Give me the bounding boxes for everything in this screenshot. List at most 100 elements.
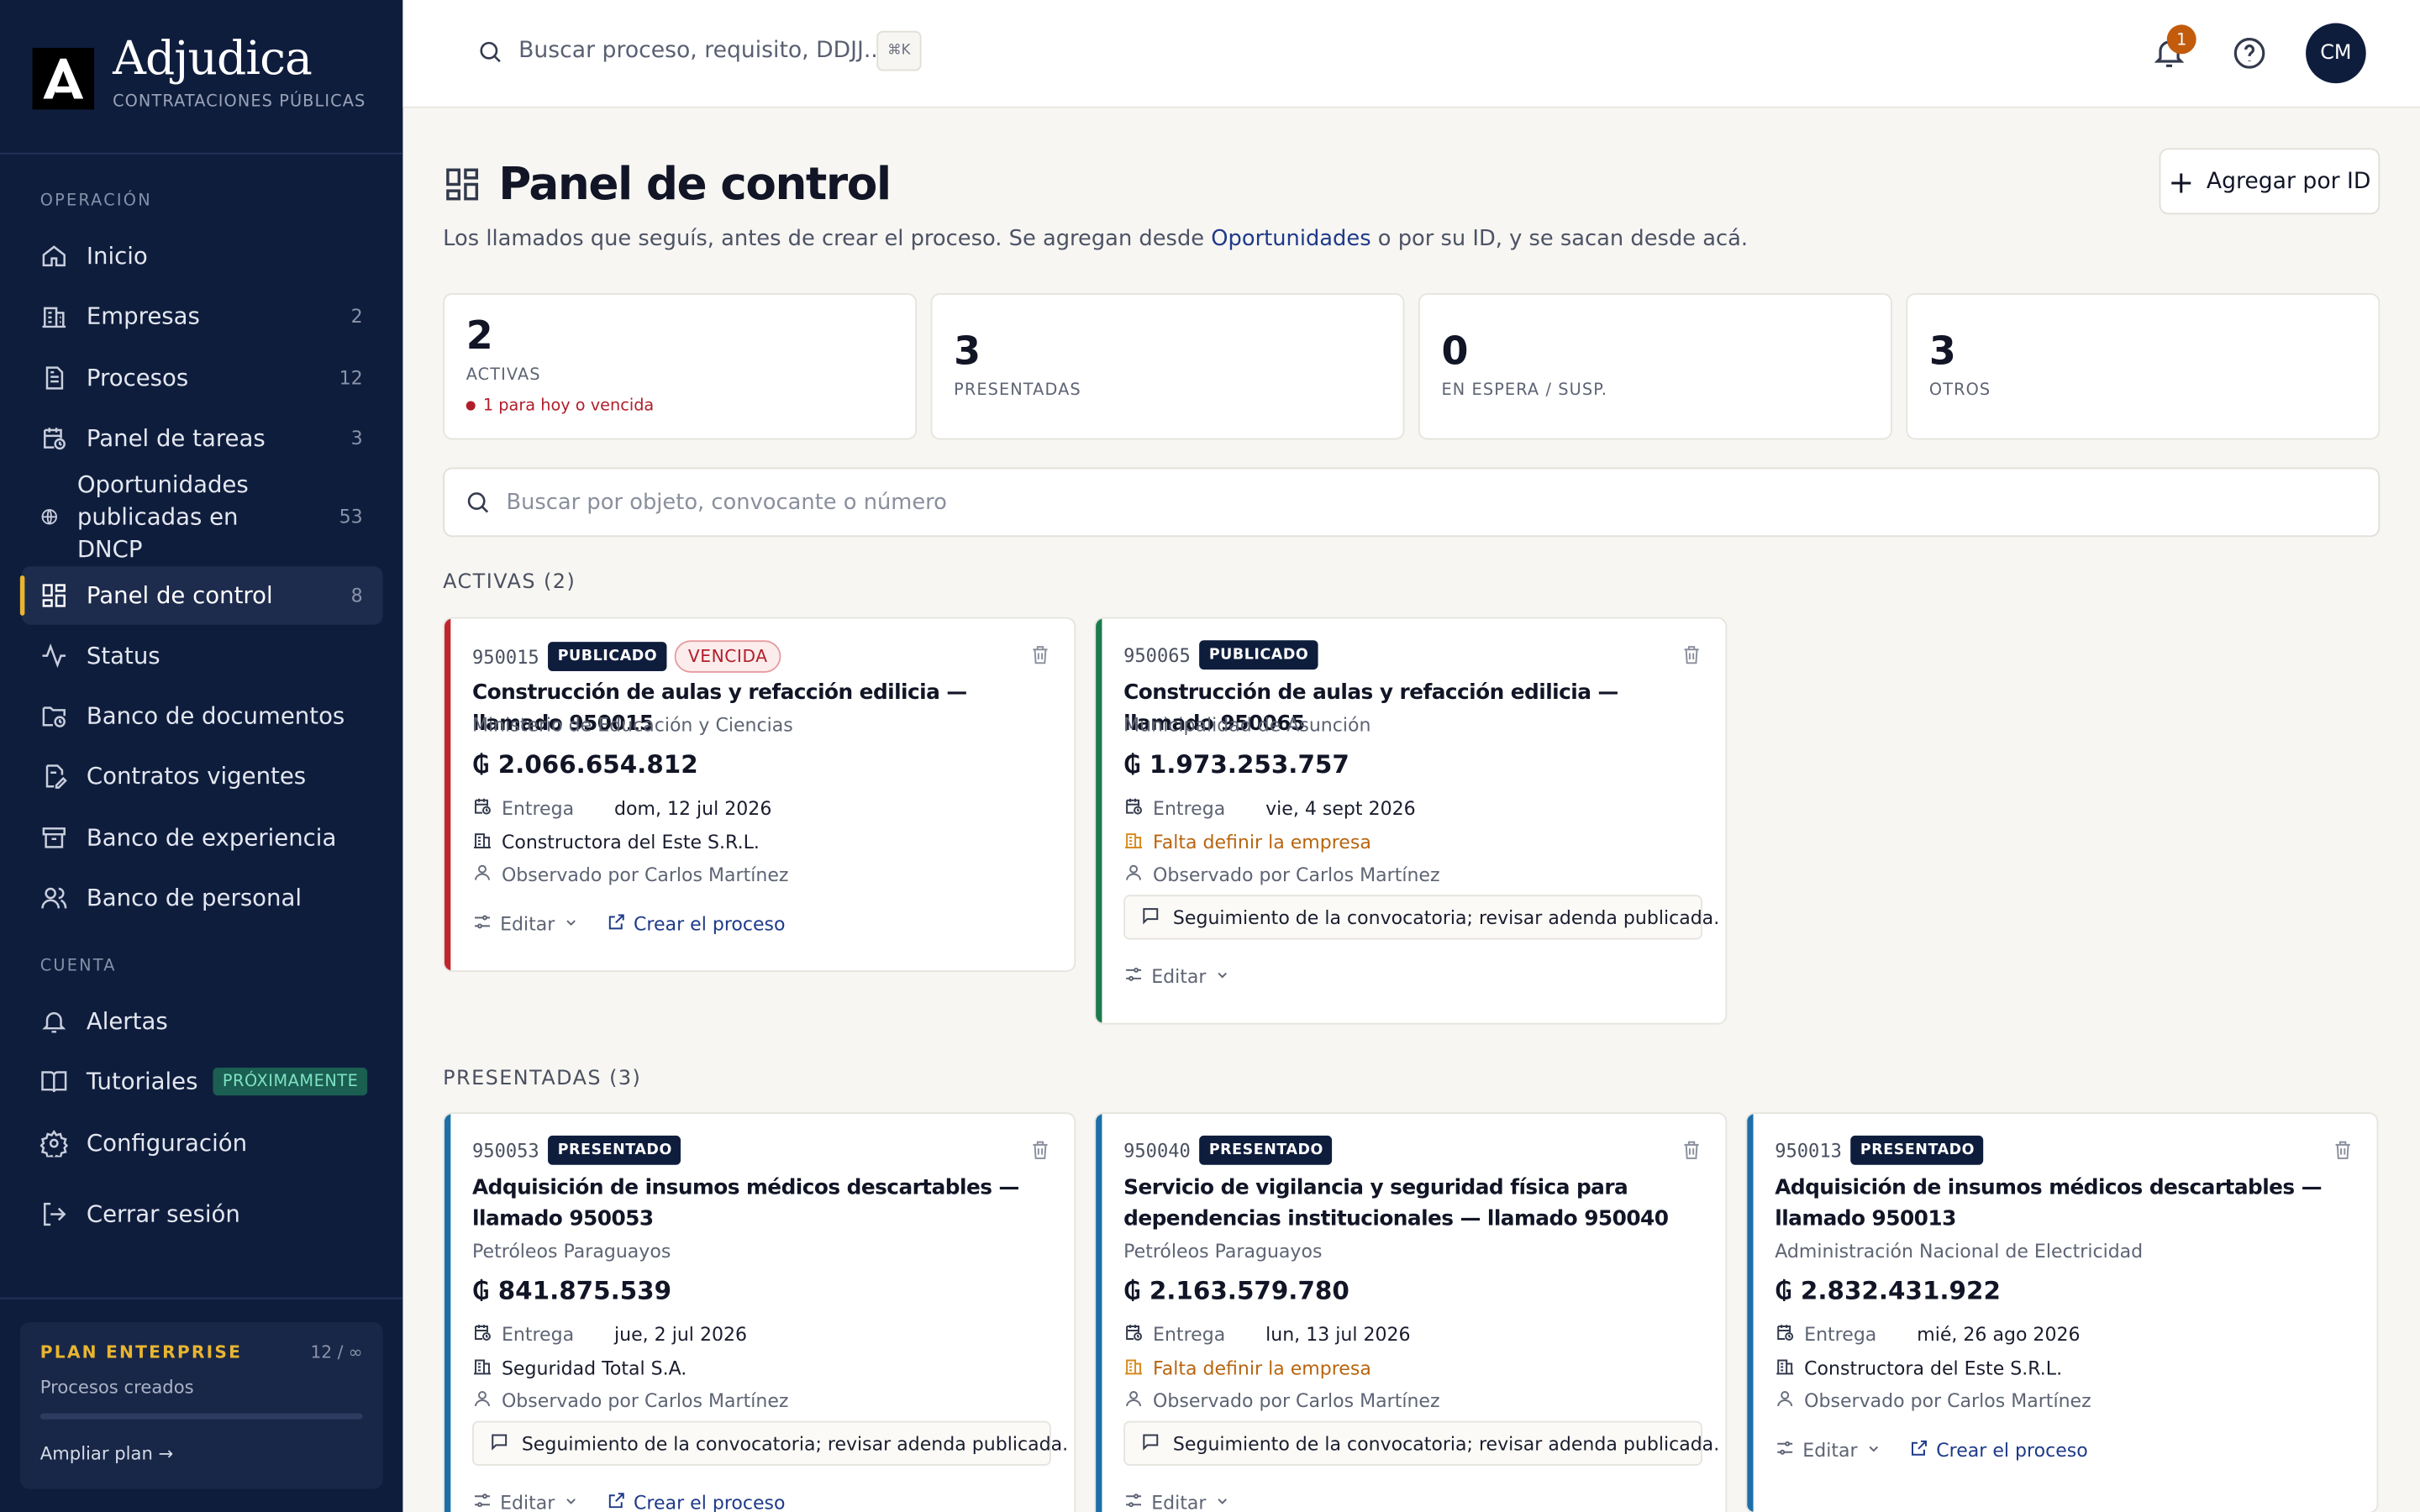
delivery-row: Entrega jue, 2 jul 2026 (472, 1322, 747, 1347)
sidebar-item-alertas[interactable]: Alertas (22, 997, 383, 1047)
create-process-link[interactable]: Crear el proceso (606, 912, 786, 937)
edit-dropdown[interactable]: Editar (472, 1490, 578, 1512)
page-subtitle: Los llamados que seguís, antes de crear … (443, 227, 1748, 251)
opportunity-card[interactable]: 950015 PUBLICADO VENCIDA Construcción de au… (443, 617, 1076, 973)
edit-dropdown[interactable]: Editar (1123, 1490, 1229, 1512)
trash-icon[interactable] (2332, 1139, 2354, 1168)
opportunity-card[interactable]: 950013 PRESENTADO Adquisición de insumos m… (1745, 1112, 2379, 1512)
delivery-date: jue, 2 jul 2026 (614, 1323, 748, 1346)
building-icon (472, 830, 502, 854)
sidebar: Adjudica CONTRATACIONES PÚBLICAS OPERACI… (0, 0, 403, 1512)
opportunity-card[interactable]: 950053 PRESENTADO Adquisición de insumos m… (443, 1112, 1076, 1512)
opportunities-link[interactable]: Oportunidades (1211, 227, 1370, 251)
edit-label: Editar (1802, 1439, 1858, 1462)
sidebar-item-label: Panel de control (86, 581, 273, 610)
card-actions: Editar Crear el proceso (472, 1490, 786, 1512)
sidebar-item-configuracion[interactable]: Configuración (22, 1119, 383, 1168)
card-title[interactable]: Servicio de vigilancia y seguridad físic… (1123, 1174, 1684, 1235)
sidebar-item-procesos[interactable]: Procesos 12 (22, 354, 383, 403)
stat-card-presentadas[interactable]: 3 PRESENTADAS (930, 292, 1405, 440)
create-process-link[interactable]: Crear el proceso (1908, 1438, 2088, 1462)
sidebar-item-cerrar-sesion[interactable]: Cerrar sesión (22, 1189, 383, 1239)
file-signature-icon (45, 764, 67, 789)
chevron-down-icon (555, 1492, 578, 1512)
sidebar-item-status[interactable]: Status (22, 631, 383, 680)
book-open-icon (41, 1071, 67, 1093)
shortcut-hint: ⌘K (876, 30, 922, 71)
trash-icon[interactable] (1029, 1139, 1051, 1168)
user-avatar[interactable]: CM (2306, 23, 2366, 84)
sidebar-item-inicio[interactable]: Inicio (22, 232, 383, 281)
add-by-id-label: Agregar por ID (2206, 169, 2371, 194)
edit-dropdown[interactable]: Editar (472, 912, 578, 937)
company-row: Constructora del Este S.R.L. (1775, 1356, 2062, 1380)
card-title[interactable]: Adquisición de insumos médicos descartab… (472, 1174, 1033, 1235)
user-icon (1123, 1389, 1153, 1413)
trash-icon[interactable] (1029, 643, 1051, 673)
edit-dropdown[interactable]: Editar (1775, 1438, 1881, 1462)
card-id: 950065 (1123, 643, 1191, 666)
filter-search-input[interactable]: Buscar por objeto, convocante o número (506, 490, 946, 514)
company-row: Falta definir la empresa (1123, 830, 1371, 854)
card-title[interactable]: Adquisición de insumos médicos descartab… (1775, 1174, 2335, 1235)
card-organization: Administración Nacional de Electricidad (1775, 1240, 2144, 1263)
card-amount: ₲ 2.832.431.922 (1775, 1275, 2001, 1305)
card-note: Seguimiento de la convocatoria; revisar … (1123, 895, 1719, 940)
trash-icon[interactable] (1681, 1139, 1702, 1168)
opportunity-card[interactable]: 950065 PUBLICADO Construcción de aulas y r… (1094, 617, 1728, 1025)
trash-icon[interactable] (1681, 643, 1702, 673)
sidebar-item-count: 8 (350, 585, 363, 606)
brand[interactable]: Adjudica CONTRATACIONES PÚBLICAS (32, 33, 366, 111)
global-search[interactable]: Buscar proceso, requisito, DDJJ... ⌘K (477, 30, 922, 71)
sidebar-divider (0, 152, 403, 155)
archive-icon (42, 827, 66, 848)
external-link-icon (1908, 1438, 1936, 1462)
global-search-input[interactable]: Buscar proceso, requisito, DDJJ... (518, 39, 885, 63)
add-by-id-button[interactable]: + Agregar por ID (2159, 148, 2381, 215)
upgrade-plan-link[interactable]: Ampliar plan → (40, 1442, 174, 1464)
create-process-link[interactable]: Crear el proceso (606, 1490, 786, 1512)
help-icon[interactable] (2232, 35, 2267, 71)
stat-label: ACTIVAS (466, 365, 541, 385)
delivery-row: Entrega lun, 13 jul 2026 (1123, 1322, 1411, 1347)
filter-search[interactable]: Buscar por objeto, convocante o número (443, 467, 2381, 538)
status-badge: PRESENTADO (548, 1135, 681, 1165)
calendar-icon (1123, 796, 1153, 821)
stat-card-en-espera[interactable]: 0 EN ESPERA / SUSP. (1418, 292, 1892, 440)
sidebar-item-count: 12 (339, 367, 363, 389)
card-actions: Editar (1123, 1490, 1229, 1512)
sidebar-item-tutoriales[interactable]: Tutoriales PRÓXIMAMENTE (22, 1057, 383, 1106)
card-status-accent (444, 618, 451, 971)
sidebar-item-count: 3 (350, 427, 363, 449)
sidebar-item-banco-de-experiencia[interactable]: Banco de experiencia (22, 813, 383, 863)
activity-icon (42, 643, 66, 669)
stat-card-activas[interactable]: 2 ACTIVAS 1 para hoy o vencida (443, 292, 918, 440)
edit-dropdown[interactable]: Editar (1123, 964, 1229, 989)
status-badge: PRESENTADO (1850, 1135, 1985, 1165)
card-id: 950040 (1123, 1139, 1191, 1162)
sidebar-item-panel-de-control[interactable]: Panel de control 8 (19, 566, 383, 625)
sidebar-item-banco-de-documentos[interactable]: Banco de documentos (22, 691, 383, 741)
note-text: Seguimiento de la convocatoria; revisar … (521, 1432, 1069, 1455)
dashboard-icon (42, 584, 66, 607)
sidebar-item-empresas[interactable]: Empresas 2 (22, 291, 383, 341)
stat-label: OTROS (1928, 381, 1991, 400)
card-status-accent (1747, 1114, 1754, 1512)
calendar-icon (472, 796, 502, 821)
sidebar-item-label: Empresas (86, 302, 200, 331)
building-icon (42, 307, 66, 328)
company-name: Falta definir la empresa (1153, 832, 1371, 853)
user-icon (1123, 863, 1153, 887)
opportunity-card[interactable]: 950040 PRESENTADO Servicio de vigilancia y… (1094, 1112, 1728, 1512)
section-label-cuenta: CUENTA (39, 956, 117, 975)
sidebar-item-oportunidades[interactable]: Oportunidades publicadas en DNCP 53 (22, 470, 383, 562)
stat-card-otros[interactable]: 3 OTROS (1906, 292, 2381, 440)
card-actions: Editar Crear el proceso (1775, 1438, 2088, 1462)
status-badge: PRESENTADO (1199, 1135, 1333, 1165)
sidebar-item-label: Inicio (86, 242, 148, 270)
sidebar-item-contratos-vigentes[interactable]: Contratos vigentes (22, 751, 383, 801)
edit-label: Editar (1151, 1492, 1207, 1512)
sidebar-item-banco-de-personal[interactable]: Banco de personal (22, 874, 383, 923)
plan-progress-bar (39, 1413, 363, 1420)
sidebar-item-panel-de-tareas[interactable]: Panel de tareas 3 (22, 413, 383, 463)
